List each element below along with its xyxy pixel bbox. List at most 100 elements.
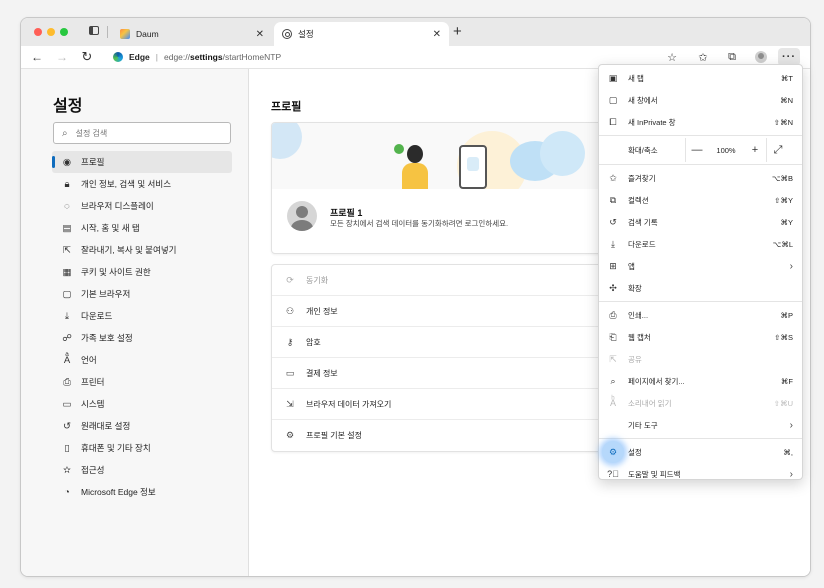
menu-item-new-tab[interactable]: ▣ 새 탭 ⌘T bbox=[599, 67, 802, 89]
menu-item-web-capture[interactable]: ⎗ 웹 캡처 ⇧⌘S bbox=[599, 326, 802, 348]
profile-card: 프로필 1 모든 장치에서 검색 데이터를 동기화하려면 로그인하세요. bbox=[271, 122, 623, 254]
sidebar-item-printers[interactable]: ⎙ 프린터 bbox=[52, 371, 232, 393]
menu-item-new-window[interactable]: ▢ 새 창에서 ⌘N bbox=[599, 89, 802, 111]
setting-row-passwords[interactable]: ⚷ 암호 bbox=[272, 327, 622, 358]
menu-item-apps[interactable]: ⊞ 앱 › bbox=[599, 255, 802, 277]
sidebar-item-label: 쿠키 및 사이트 권한 bbox=[81, 267, 151, 277]
divider: | bbox=[155, 52, 158, 62]
menu-item-history[interactable]: ↺ 검색 기록 ⌘Y bbox=[599, 211, 802, 233]
import-icon: ⇲ bbox=[286, 398, 294, 409]
back-button[interactable]: ← bbox=[29, 49, 45, 65]
sidebar-item-label: 프린터 bbox=[81, 377, 105, 387]
sidebar-item-phone[interactable]: ▯ 휴대폰 및 기타 장치 bbox=[52, 437, 232, 459]
profile-button[interactable] bbox=[752, 49, 770, 65]
sidebar-item-label: 프로필 bbox=[81, 157, 105, 167]
chevron-right-icon: › bbox=[789, 419, 793, 431]
divider bbox=[599, 438, 802, 439]
zoom-in-button[interactable]: + bbox=[744, 138, 766, 162]
sidebar-item-accessibility[interactable]: ✫ 접근성 bbox=[52, 459, 232, 481]
sidebar-item-share-copy[interactable]: ⇱ 잘라내기, 복사 및 붙여넣기 bbox=[52, 239, 232, 261]
refresh-button[interactable]: ↻ bbox=[79, 49, 95, 65]
menu-item-settings[interactable]: ⚙ 설정 ⌘, bbox=[599, 441, 802, 463]
menu-item-favorites[interactable]: ✩ 즐겨찾기 ⌥⌘B bbox=[599, 167, 802, 189]
sidebar-item-label: 시스템 bbox=[81, 399, 105, 409]
setting-row-payment[interactable]: ▭ 결제 정보 bbox=[272, 358, 622, 389]
sidebar-item-label: 언어 bbox=[81, 355, 97, 365]
menu-item-label: 검색 기록 bbox=[628, 217, 658, 227]
menu-item-label: 앱 bbox=[628, 261, 635, 271]
menu-item-inprivate[interactable]: ⧠ 새 InPrivate 창 ⇧⌘N bbox=[599, 111, 802, 133]
new-tab-button[interactable]: + bbox=[453, 23, 462, 40]
tab-actions-icon[interactable] bbox=[89, 26, 99, 35]
menu-item-help[interactable]: ?⃝ 도움말 및 피드백 › bbox=[599, 463, 802, 485]
sidebar-item-profile[interactable]: ◉ 프로필 bbox=[52, 151, 232, 173]
zoom-window-button[interactable] bbox=[60, 28, 68, 36]
setting-row-personal-info[interactable]: ⚇ 개인 정보 bbox=[272, 296, 622, 327]
tab-settings[interactable]: 설정 ✕ bbox=[274, 22, 449, 46]
profile-settings-icon: ⚙ bbox=[285, 430, 295, 440]
menu-item-extensions[interactable]: ✣ 확장 bbox=[599, 277, 802, 299]
collections-icon[interactable]: ⧉ bbox=[723, 49, 741, 65]
zoom-out-button[interactable]: — bbox=[685, 138, 708, 162]
sidebar-item-privacy[interactable]: 🔒︎ 개인 정보, 검색 및 서비스 bbox=[52, 173, 232, 195]
sidebar-item-appearance[interactable]: ◌ 브라우저 디스플레이 bbox=[52, 195, 232, 217]
lock-icon: 🔒︎ bbox=[64, 178, 70, 190]
edge-icon bbox=[113, 52, 123, 62]
close-icon[interactable]: ✕ bbox=[256, 29, 264, 40]
menu-item-label: 확장 bbox=[628, 283, 642, 293]
tab-daum[interactable]: Daum ✕ bbox=[112, 22, 272, 46]
close-window-button[interactable] bbox=[34, 28, 42, 36]
help-icon: ?⃝ bbox=[607, 469, 619, 479]
sidebar-item-cookies[interactable]: ▦ 쿠키 및 사이트 권한 bbox=[52, 261, 232, 283]
menu-item-find[interactable]: ⌕ 페이지에서 찾기... ⌘F bbox=[599, 370, 802, 392]
sidebar-item-label: 접근성 bbox=[81, 465, 105, 475]
setting-row-label: 개인 정보 bbox=[306, 306, 338, 316]
add-favorite-icon[interactable]: ☆ bbox=[663, 49, 681, 65]
setting-row-import[interactable]: ⇲ 브라우저 데이터 가져오기 bbox=[272, 389, 622, 420]
profile-banner-illustration bbox=[272, 123, 622, 189]
forward-button[interactable]: → bbox=[54, 49, 70, 65]
address-bar[interactable]: Edge | edge:// settings /startHomeNTP bbox=[113, 49, 658, 65]
sidebar-item-default-browser[interactable]: ▢ 기본 브라우저 bbox=[52, 283, 232, 305]
fullscreen-button[interactable]: ⤢ bbox=[766, 138, 789, 162]
menu-item-print[interactable]: ⎙ 인쇄... ⌘P bbox=[599, 304, 802, 326]
menu-item-share[interactable]: ⇱ 공유 bbox=[599, 348, 802, 370]
shortcut: ⌘Y bbox=[780, 217, 793, 227]
shortcut: ⌘P bbox=[780, 310, 793, 320]
sidebar-item-languages[interactable]: Aͣ 언어 bbox=[52, 349, 232, 371]
close-icon[interactable]: ✕ bbox=[433, 29, 441, 40]
setting-row-label: 동기화 bbox=[306, 275, 329, 285]
setting-row-sync[interactable]: ⟳ 동기화 bbox=[272, 265, 622, 296]
sidebar-item-family[interactable]: ☍ 가족 보호 설정 bbox=[52, 327, 232, 349]
minimize-window-button[interactable] bbox=[47, 28, 55, 36]
favorites-icon[interactable]: ✩ bbox=[694, 49, 712, 65]
sidebar-item-start-home[interactable]: ▤ 시작, 홈 및 새 탭 bbox=[52, 217, 232, 239]
shortcut: ⌥⌘L bbox=[772, 239, 793, 249]
menu-item-collections[interactable]: ⧉ 컬렉션 ⇧⌘Y bbox=[599, 189, 802, 211]
menu-item-label: 새 창에서 bbox=[628, 95, 658, 105]
tab-title: 설정 bbox=[298, 29, 314, 39]
avatar bbox=[287, 201, 317, 231]
setting-row-label: 암호 bbox=[306, 337, 321, 347]
menu-item-label: 소리내어 읽기 bbox=[628, 398, 672, 408]
collections-icon: ⧉ bbox=[609, 194, 617, 205]
sidebar-title: 설정 bbox=[53, 98, 83, 115]
sidebar-item-downloads[interactable]: ⤓ 다운로드 bbox=[52, 305, 232, 327]
profile-info: 프로필 1 모든 장치에서 검색 데이터를 동기화하려면 로그인하세요. bbox=[272, 189, 622, 253]
sidebar-item-system[interactable]: ▭ 시스템 bbox=[52, 393, 232, 415]
sidebar-item-label: 다운로드 bbox=[81, 311, 113, 321]
settings-search[interactable]: ⌕ bbox=[53, 122, 231, 144]
search-input[interactable] bbox=[75, 128, 216, 138]
new-tab-icon: ▣ bbox=[608, 72, 618, 83]
cloud-shape bbox=[540, 131, 585, 176]
accessibility-icon: ✫ bbox=[63, 464, 71, 476]
setting-row-profile-preferences[interactable]: ⚙ 프로필 기본 설정 bbox=[272, 420, 622, 451]
menu-item-label: 설정 bbox=[628, 447, 642, 457]
menu-item-read-aloud[interactable]: Aͪ 소리내어 읽기 ⇧⌘U bbox=[599, 392, 802, 414]
menu-item-downloads[interactable]: ⤓ 다운로드 ⌥⌘L bbox=[599, 233, 802, 255]
share-icon: ⇱ bbox=[609, 353, 617, 364]
sidebar-item-reset[interactable]: ↺ 원래대로 설정 bbox=[52, 415, 232, 437]
menu-item-more-tools[interactable]: 기타 도구 › bbox=[599, 414, 802, 436]
shortcut: ⇧⌘S bbox=[774, 332, 793, 342]
sidebar-item-about[interactable]: ◔ Microsoft Edge 정보 bbox=[52, 481, 232, 503]
